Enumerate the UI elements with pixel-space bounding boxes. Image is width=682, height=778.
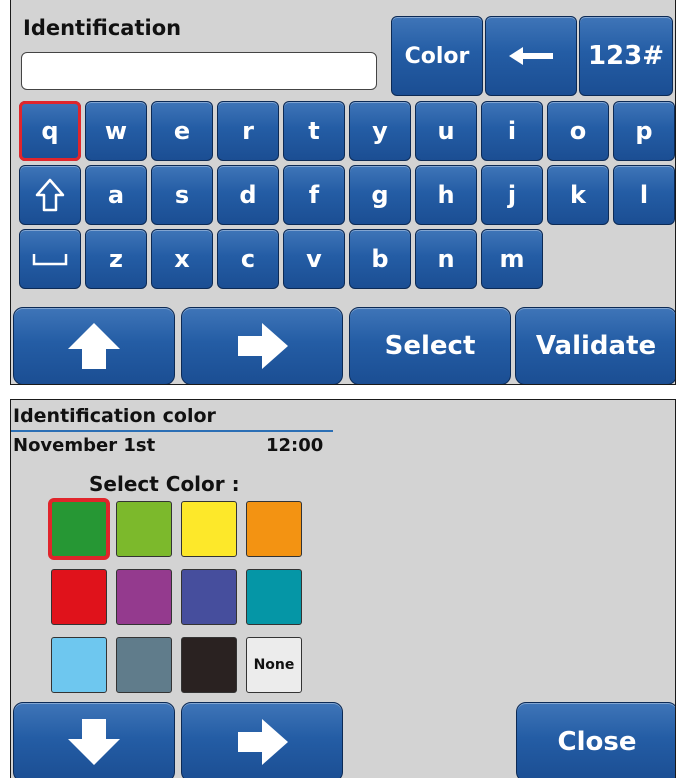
up-arrow-button[interactable] bbox=[13, 307, 175, 384]
title-underline bbox=[11, 430, 333, 432]
color-swatch-none[interactable]: None bbox=[246, 637, 302, 693]
key-c[interactable]: c bbox=[217, 229, 279, 289]
right-arrow-icon bbox=[234, 717, 290, 767]
select-color-prompt: Select Color : bbox=[89, 472, 240, 496]
key-t[interactable]: t bbox=[283, 101, 345, 161]
color-swatch[interactable] bbox=[181, 569, 237, 625]
color-swatch[interactable] bbox=[116, 569, 172, 625]
key-m[interactable]: m bbox=[481, 229, 543, 289]
key-o[interactable]: o bbox=[547, 101, 609, 161]
left-arrow-icon bbox=[507, 45, 555, 67]
down-arrow-button[interactable] bbox=[13, 702, 175, 778]
time-label: 12:00 bbox=[266, 435, 324, 456]
shift-key[interactable] bbox=[19, 165, 81, 225]
color-button[interactable]: Color bbox=[391, 16, 483, 96]
keyboard-panel: Identification Color 123# Select Validat… bbox=[10, 0, 676, 385]
color-panel-title: Identification color bbox=[13, 405, 216, 427]
key-w[interactable]: w bbox=[85, 101, 147, 161]
page-title: Identification bbox=[23, 16, 182, 40]
key-x[interactable]: x bbox=[151, 229, 213, 289]
key-n[interactable]: n bbox=[415, 229, 477, 289]
key-u[interactable]: u bbox=[415, 101, 477, 161]
right-arrow-icon bbox=[234, 321, 290, 371]
key-p[interactable]: p bbox=[613, 101, 675, 161]
color-swatch[interactable] bbox=[51, 637, 107, 693]
key-k[interactable]: k bbox=[547, 165, 609, 225]
key-r[interactable]: r bbox=[217, 101, 279, 161]
key-l[interactable]: l bbox=[613, 165, 675, 225]
color-swatch[interactable] bbox=[48, 498, 110, 560]
date-label: November 1st bbox=[13, 435, 156, 456]
color-swatch[interactable] bbox=[116, 501, 172, 557]
next-button[interactable] bbox=[181, 702, 343, 778]
color-swatch[interactable] bbox=[116, 637, 172, 693]
select-button[interactable]: Select bbox=[349, 307, 511, 384]
color-swatch[interactable] bbox=[181, 501, 237, 557]
key-i[interactable]: i bbox=[481, 101, 543, 161]
identification-input[interactable] bbox=[21, 52, 377, 90]
up-arrow-icon bbox=[66, 321, 122, 371]
down-arrow-icon bbox=[66, 717, 122, 767]
key-q[interactable]: q bbox=[19, 101, 81, 161]
key-z[interactable]: z bbox=[85, 229, 147, 289]
key-v[interactable]: v bbox=[283, 229, 345, 289]
key-s[interactable]: s bbox=[151, 165, 213, 225]
color-swatch[interactable] bbox=[246, 501, 302, 557]
color-panel: Identification color November 1st 12:00 … bbox=[10, 399, 676, 778]
color-swatch[interactable] bbox=[246, 569, 302, 625]
key-f[interactable]: f bbox=[283, 165, 345, 225]
space-bar-icon bbox=[32, 252, 68, 266]
numeric-keyboard-button[interactable]: 123# bbox=[579, 16, 673, 96]
key-d[interactable]: d bbox=[217, 165, 279, 225]
key-a[interactable]: a bbox=[85, 165, 147, 225]
color-swatch[interactable] bbox=[181, 637, 237, 693]
key-b[interactable]: b bbox=[349, 229, 411, 289]
close-button[interactable]: Close bbox=[516, 702, 675, 778]
key-g[interactable]: g bbox=[349, 165, 411, 225]
key-j[interactable]: j bbox=[481, 165, 543, 225]
shift-arrow-icon bbox=[35, 178, 65, 212]
validate-button[interactable]: Validate bbox=[515, 307, 675, 384]
key-h[interactable]: h bbox=[415, 165, 477, 225]
right-arrow-button[interactable] bbox=[181, 307, 343, 384]
color-swatch[interactable] bbox=[51, 569, 107, 625]
backspace-button[interactable] bbox=[485, 16, 577, 96]
key-e[interactable]: e bbox=[151, 101, 213, 161]
space-key[interactable] bbox=[19, 229, 81, 289]
key-y[interactable]: y bbox=[349, 101, 411, 161]
